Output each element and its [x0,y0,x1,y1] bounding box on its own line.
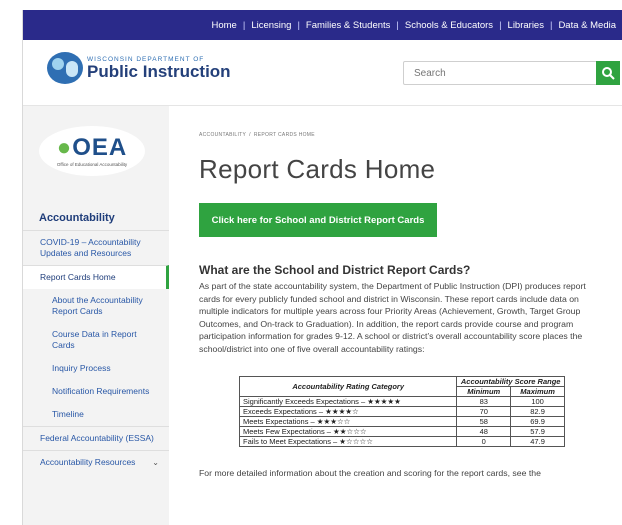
dpi-logo[interactable]: WISCONSIN DEPARTMENT OF Public Instructi… [47,52,231,84]
search-button[interactable] [596,61,620,85]
intro-paragraph: As part of the state accountability syst… [199,281,586,354]
range-header: Accountability Score Range [456,375,565,387]
nav-link-data-media[interactable]: Data & Media [558,20,616,31]
sidebar-item-federal-accountability[interactable]: Federal Accountability (ESSA) [23,426,169,450]
breadcrumb-current: REPORT CARDS HOME [253,132,315,138]
sidebar-menu: COVID-19 – Accountability Updates and Re… [23,230,169,474]
report-cards-button[interactable]: Click here for School and District Repor… [199,203,437,237]
table-header-row: Accountability Rating Category Accountab… [238,375,565,397]
table-row: Meets Few Expectations – ★★☆☆☆ 48 57.9 [238,425,565,437]
rating-table: Accountability Rating Category Accountab… [238,375,565,447]
nav-separator: | [242,19,246,31]
table-row: Significantly Exceeds Expectations – ★★★… [238,395,565,407]
oea-logo-subtitle: Office of Educational Accountability [56,161,128,167]
sidebar-item-report-cards-home[interactable]: Report Cards Home [23,265,169,289]
table-row: Exceeds Expectations – ★★★★☆ 70 82.9 [238,405,565,417]
score-max: 82.9 [510,405,565,417]
score-min: 70 [456,405,512,417]
logo-big-text: Public Instruction [87,61,231,81]
sidebar-item-timeline[interactable]: Timeline [23,403,169,426]
nav-separator: | [499,19,502,31]
category-header: Accountability Rating Category [238,375,458,397]
oea-people-icon: ● [56,133,73,161]
sidebar: ●OEA Office of Educational Accountabilit… [23,106,169,525]
search-icon [602,67,615,80]
score-min: 0 [456,435,512,447]
sidebar-item-label: Accountability Resources [40,457,136,467]
nav-separator: | [396,19,399,31]
rating-category: Exceeds Expectations – ★★★★☆ [238,405,458,417]
sidebar-item-covid[interactable]: COVID-19 – Accountability Updates and Re… [23,230,169,265]
page-frame: Home | Licensing | Families & Students |… [22,10,622,525]
breadcrumb: ACCOUNTABILITY / REPORT CARDS HOME [199,132,609,138]
sidebar-item-course-data[interactable]: Course Data in Report Cards [23,323,169,357]
minimum-header: Minimum [456,385,512,397]
sidebar-item-notification-requirements[interactable]: Notification Requirements [23,380,169,403]
nav-separator: | [297,19,300,31]
rating-category: Meets Few Expectations – ★★☆☆☆ [238,425,458,437]
search-input[interactable] [404,67,564,79]
site-header: WISCONSIN DEPARTMENT OF Public Instructi… [23,40,622,106]
rating-category: Meets Expectations – ★★★☆☆ [238,415,458,427]
score-max: 100 [510,395,565,407]
chevron-down-icon[interactable]: ⌄ [152,457,159,468]
oea-logo: ●OEA Office of Educational Accountabilit… [39,126,145,176]
top-nav: Home | Licensing | Families & Students |… [23,10,622,40]
score-min: 58 [456,415,512,427]
page-title: Report Cards Home [199,154,436,184]
rating-category: Fails to Meet Expectations – ★☆☆☆☆ [238,435,458,447]
table-row: Meets Expectations – ★★★☆☆ 58 69.9 [238,415,565,427]
score-min: 83 [456,395,512,407]
table-row: Fails to Meet Expectations – ★☆☆☆☆ 0 47.… [238,435,565,447]
score-max: 47.9 [510,435,565,447]
main-content: ACCOUNTABILITY / REPORT CARDS HOME Report … [199,106,609,478]
sidebar-heading[interactable]: Accountability [39,212,115,224]
logo-text: WISCONSIN DEPARTMENT OF Public Instructi… [87,56,231,81]
nav-link-families-students[interactable]: Families & Students [306,20,390,31]
breadcrumb-separator: / [249,132,251,138]
nav-separator: | [549,19,553,31]
score-min: 48 [456,425,512,437]
dpi-logo-icon [47,52,83,84]
score-max: 57.9 [510,425,565,437]
rating-category: Significantly Exceeds Expectations – ★★★… [238,395,458,407]
breadcrumb-accountability[interactable]: ACCOUNTABILITY [199,132,246,138]
more-info-text: For more detailed information about the … [199,467,541,478]
nav-link-licensing[interactable]: Licensing [251,20,291,31]
oea-logo-title: ●OEA [56,133,128,161]
nav-link-libraries[interactable]: Libraries [508,20,544,31]
nav-link-home[interactable]: Home [212,20,237,31]
sidebar-item-accountability-resources[interactable]: Accountability Resources ⌄ [23,450,169,474]
sidebar-item-inquiry-process[interactable]: Inquiry Process [23,357,169,380]
score-max: 69.9 [510,415,565,427]
sidebar-item-about-report-cards[interactable]: About the Accountability Report Cards [23,289,169,323]
maximum-header: Maximum [510,385,565,397]
search-box [403,61,620,85]
nav-link-schools-educators[interactable]: Schools & Educators [405,20,493,31]
section-heading: What are the School and District Report … [199,263,471,277]
